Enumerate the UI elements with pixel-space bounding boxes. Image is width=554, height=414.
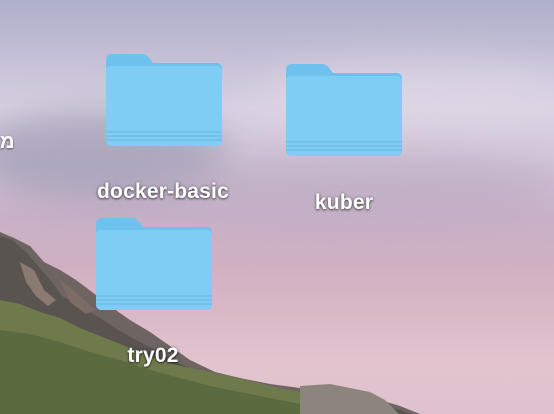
partial-folder-label[interactable]: מי <box>0 131 15 154</box>
folder-try02[interactable]: try02 <box>73 216 233 376</box>
folder-label: kuber <box>314 191 374 214</box>
folder-icon <box>286 64 402 156</box>
folder-docker-basic[interactable]: docker-basic <box>83 52 243 212</box>
desktop-background: מי docker-basic kuber try02 <box>0 0 554 414</box>
folder-kuber[interactable]: kuber <box>264 62 424 222</box>
folder-label: try02 <box>127 344 179 367</box>
folder-icon <box>96 218 212 310</box>
folder-icon <box>106 54 222 146</box>
folder-label: docker-basic <box>97 180 229 203</box>
